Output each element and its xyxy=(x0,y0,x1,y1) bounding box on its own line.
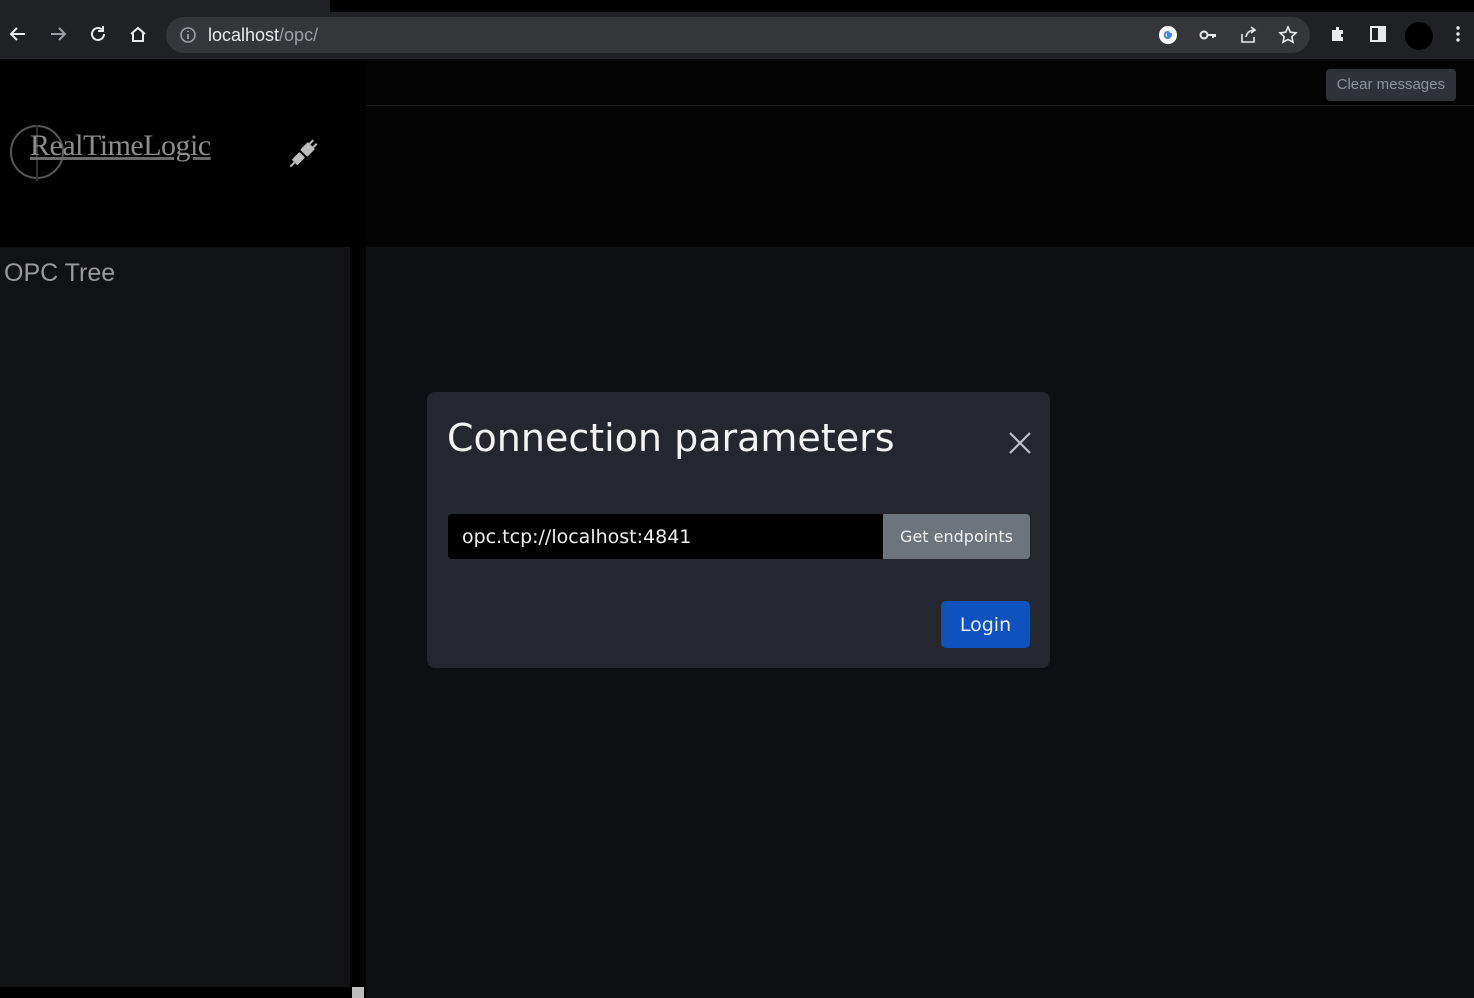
profile-avatar[interactable] xyxy=(1405,22,1433,50)
login-button[interactable]: Login xyxy=(941,601,1030,648)
plug-connection-icon[interactable] xyxy=(283,134,323,174)
scrollbar-thumb[interactable] xyxy=(352,987,364,998)
sidebar-horizontal-scrollbar[interactable] xyxy=(0,987,350,998)
reload-icon[interactable] xyxy=(84,20,112,48)
pane-splitter[interactable] xyxy=(350,59,366,998)
active-tab[interactable] xyxy=(0,0,330,12)
modal-title: Connection parameters xyxy=(447,416,895,460)
clear-messages-button[interactable]: Clear messages xyxy=(1325,69,1456,101)
address-bar[interactable]: localhost/opc/ xyxy=(166,17,1310,53)
browser-toolbar: localhost/opc/ xyxy=(0,12,1474,60)
forward-icon[interactable] xyxy=(44,20,72,48)
messages-header: Clear messages xyxy=(366,59,1474,247)
google-icon[interactable] xyxy=(1158,25,1178,45)
share-icon[interactable] xyxy=(1238,25,1258,45)
url-path: /opc/ xyxy=(279,25,319,45)
endpoint-url-input[interactable] xyxy=(448,514,884,559)
extensions-icon[interactable] xyxy=(1324,20,1352,48)
tab-strip xyxy=(0,0,1474,12)
home-icon[interactable] xyxy=(124,20,152,48)
connection-modal: Connection parameters Get endpoints Logi… xyxy=(427,392,1050,668)
side-panel-icon[interactable] xyxy=(1364,20,1392,48)
opc-tree-title: OPC Tree xyxy=(4,259,116,287)
realtimelogic-logo: RealTimeLogic xyxy=(10,123,230,183)
menu-kebab-icon[interactable] xyxy=(1444,20,1472,48)
url-text: localhost/opc/ xyxy=(208,25,318,46)
info-icon[interactable] xyxy=(178,25,198,45)
back-icon[interactable] xyxy=(4,20,32,48)
get-endpoints-button[interactable]: Get endpoints xyxy=(883,514,1030,559)
url-host: localhost xyxy=(208,25,280,45)
logo-wordmark: RealTimeLogic xyxy=(30,129,211,162)
close-icon[interactable] xyxy=(1007,430,1033,456)
bookmark-star-icon[interactable] xyxy=(1278,25,1298,45)
sidebar: RealTimeLogic OPC Tree xyxy=(0,59,350,998)
key-icon[interactable] xyxy=(1198,25,1218,45)
header-divider xyxy=(366,105,1474,106)
sidebar-header: RealTimeLogic xyxy=(0,59,350,247)
